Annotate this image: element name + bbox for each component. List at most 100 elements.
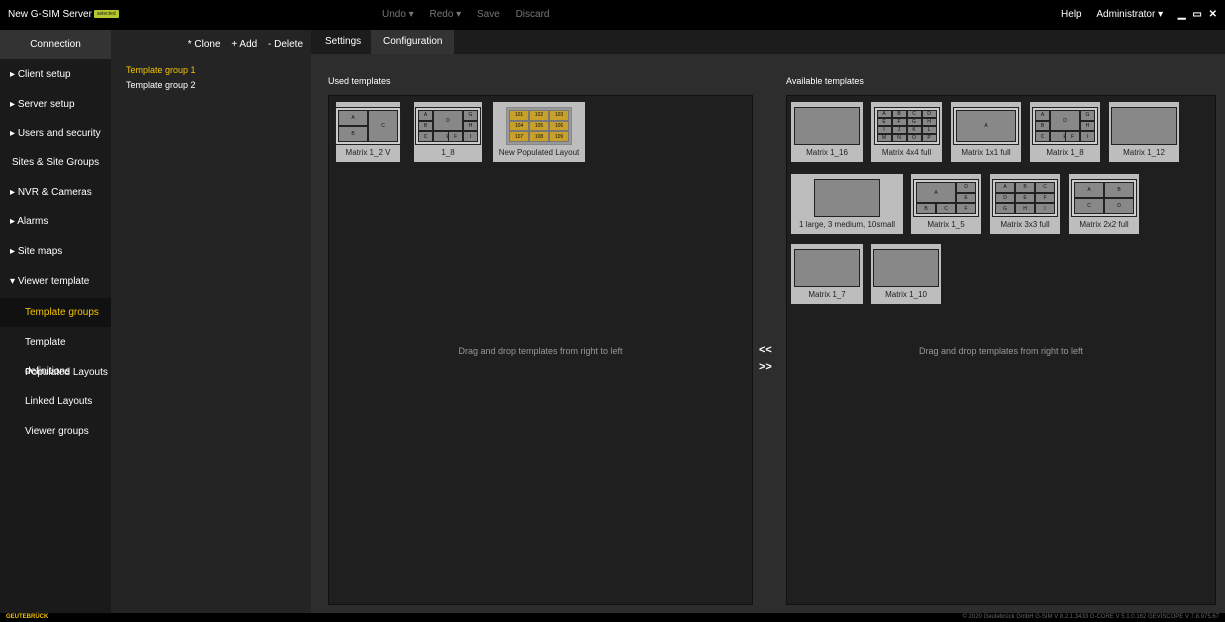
user-menu[interactable]: Administrator ▾ xyxy=(1096,9,1163,20)
sidebar-item-template-definitions[interactable]: Template definitions xyxy=(0,328,111,377)
available-templates-title: Available templates xyxy=(786,76,864,86)
status-bar: GEUTEBRÜCK © 2020 Geutebrück GmbH G-SIM … xyxy=(0,613,1225,622)
sidebar-item-viewer-groups[interactable]: Viewer groups xyxy=(0,417,111,446)
template-label: Matrix 4x4 full xyxy=(881,148,932,157)
sidebar-item-connection[interactable]: Connection xyxy=(0,30,111,59)
main-panel: Settings Configuration Used templates A … xyxy=(311,30,1225,613)
sidebar-item-server-setup[interactable]: ▸ Server setup xyxy=(0,90,111,119)
sidebar-item-viewer-template[interactable]: ▾ Viewer template xyxy=(0,267,111,296)
expand-arrow-icon: ▸ xyxy=(10,246,16,257)
template-tile[interactable]: ABC DEF GHI Matrix 3x3 full xyxy=(990,174,1060,234)
collapse-arrow-icon: ▾ xyxy=(10,276,16,287)
sidebar-item-users-security[interactable]: ▸ Users and security xyxy=(0,119,111,148)
template-thumbnail: A D G B H C E F I xyxy=(1032,107,1098,145)
template-group-item[interactable]: Template group 1 xyxy=(126,65,196,75)
template-tile[interactable]: A D G B H C E F I Matrix 1_8 xyxy=(1030,102,1100,162)
template-label: 1_8 xyxy=(441,148,455,157)
template-tile[interactable]: ABCD EFGH IJKL MNOP Matrix 4x4 full xyxy=(871,102,942,162)
template-thumbnail: ABCD EFGH IJKL MNOP xyxy=(873,107,940,145)
template-label: Matrix 1_7 xyxy=(808,290,846,299)
template-label: Matrix 1_10 xyxy=(885,290,927,299)
template-tile[interactable]: A D E B C F Matrix 1_5 xyxy=(911,174,981,234)
template-thumbnail xyxy=(1111,107,1177,145)
template-tile[interactable]: Matrix 1_7 xyxy=(791,244,863,304)
template-label: New Populated Layout xyxy=(498,148,580,157)
discard-button[interactable]: Discard xyxy=(516,9,550,20)
tab-configuration[interactable]: Configuration xyxy=(371,30,455,54)
template-tile[interactable]: A Matrix 1x1 full xyxy=(951,102,1021,162)
template-thumbnail: A D G B H C E F I xyxy=(415,107,481,145)
template-label: Matrix 3x3 full xyxy=(1000,220,1050,229)
minimize-icon[interactable]: ▁ xyxy=(1178,9,1186,20)
template-tile[interactable]: A D G B H C E F I 1_8 xyxy=(414,102,482,162)
template-tile[interactable]: Matrix 1_12 xyxy=(1109,102,1179,162)
template-label: Matrix 1_12 xyxy=(1123,148,1165,157)
tab-bar: Settings Configuration xyxy=(311,30,1225,54)
template-label: Matrix 1x1 full xyxy=(961,148,1011,157)
template-thumbnail xyxy=(794,107,860,145)
delete-button[interactable]: - Delete xyxy=(268,39,303,50)
template-label: Matrix 1_2 V xyxy=(345,148,391,157)
title-bar: New G-SIM Server selected Undo ▾ Redo ▾ … xyxy=(0,0,1225,30)
clone-button[interactable]: * Clone xyxy=(188,39,221,50)
sidebar-item-site-maps[interactable]: ▸ Site maps xyxy=(0,237,111,266)
template-label: Matrix 2x2 full xyxy=(1079,220,1129,229)
version-info: © 2020 Geutebrück GmbH G-SIM V 8.2.1.343… xyxy=(962,614,1219,620)
groups-toolbar: * Clone + Add - Delete xyxy=(180,39,303,50)
expand-arrow-icon: ▸ xyxy=(10,69,16,80)
undo-button[interactable]: Undo ▾ xyxy=(382,9,414,20)
expand-arrow-icon: ▸ xyxy=(10,187,16,198)
drop-hint: Drag and drop templates from right to le… xyxy=(918,346,1084,356)
sidebar-item-populated-layouts[interactable]: Populated Layouts xyxy=(0,358,111,387)
sidebar-item-template-groups[interactable]: Template groups xyxy=(0,298,111,327)
template-thumbnail xyxy=(873,249,939,287)
template-thumbnail: ABC DEF GHI xyxy=(992,179,1058,217)
template-tile[interactable]: Matrix 1_16 xyxy=(791,102,863,162)
edit-toolbar: Undo ▾ Redo ▾ Save Discard xyxy=(382,9,562,20)
used-templates-title: Used templates xyxy=(328,76,391,86)
sidebar-item-alarms[interactable]: ▸ Alarms xyxy=(0,207,111,236)
sidebar-item-linked-layouts[interactable]: Linked Layouts xyxy=(0,387,111,416)
redo-button[interactable]: Redo ▾ xyxy=(430,9,462,20)
save-button[interactable]: Save xyxy=(477,9,500,20)
app-title: New G-SIM Server xyxy=(8,9,92,20)
template-group-item[interactable]: Template group 2 xyxy=(126,80,196,90)
drop-hint: Drag and drop templates from right to le… xyxy=(458,346,623,356)
add-button[interactable]: + Add xyxy=(231,39,257,50)
tab-settings[interactable]: Settings xyxy=(313,30,373,54)
window-controls: Help Administrator ▾ ▁ ▭ ✕ xyxy=(1049,9,1217,20)
expand-arrow-icon: ▸ xyxy=(10,216,16,227)
available-templates-pane[interactable]: Matrix 1_16 ABCD EFGH IJKL MNOP Matrix 4… xyxy=(786,95,1216,605)
sidebar-item-nvr-cameras[interactable]: ▸ NVR & Cameras xyxy=(0,178,111,207)
used-templates-pane[interactable]: A C B Matrix 1_2 V A D G B H C E F I xyxy=(328,95,753,605)
template-label: 1 large, 3 medium, 10small xyxy=(798,220,896,229)
expand-arrow-icon: ▸ xyxy=(10,99,16,110)
sidebar-item-sites[interactable]: Sites & Site Groups xyxy=(0,148,111,177)
maximize-icon[interactable]: ▭ xyxy=(1192,9,1201,20)
move-right-button[interactable]: >> xyxy=(759,361,772,373)
template-label: Matrix 1_8 xyxy=(1046,148,1084,157)
template-tile[interactable]: AB CD Matrix 2x2 full xyxy=(1069,174,1139,234)
template-thumbnail: A xyxy=(953,107,1019,145)
brand-logo: GEUTEBRÜCK xyxy=(6,614,49,620)
sidebar-item-client-setup[interactable]: ▸ Client setup xyxy=(0,60,111,89)
template-thumbnail: 101 102 103 104 105 106 107 108 109 xyxy=(506,107,572,145)
sidebar: Connection ▸ Client setup ▸ Server setup… xyxy=(0,30,111,613)
template-tile[interactable]: 101 102 103 104 105 106 107 108 109 New Popula… xyxy=(493,102,585,162)
template-label: Matrix 1_5 xyxy=(927,220,965,229)
template-tile[interactable]: A C B Matrix 1_2 V xyxy=(335,102,401,162)
template-label: Matrix 1_16 xyxy=(806,148,848,157)
template-groups-panel: * Clone + Add - Delete Template group 1 … xyxy=(111,30,311,613)
template-tile[interactable]: Matrix 1_10 xyxy=(871,244,941,304)
template-thumbnail: AB CD xyxy=(1071,179,1137,217)
template-thumbnail: A C B xyxy=(335,107,401,145)
help-button[interactable]: Help xyxy=(1061,9,1082,20)
expand-arrow-icon: ▸ xyxy=(10,128,16,139)
close-icon[interactable]: ✕ xyxy=(1209,9,1217,20)
move-left-button[interactable]: << xyxy=(759,344,772,356)
template-thumbnail xyxy=(814,179,880,217)
template-tile[interactable]: 1 large, 3 medium, 10small xyxy=(791,174,903,234)
template-thumbnail xyxy=(794,249,860,287)
selected-badge: selected xyxy=(94,10,119,18)
template-thumbnail: A D E B C F xyxy=(913,179,979,217)
